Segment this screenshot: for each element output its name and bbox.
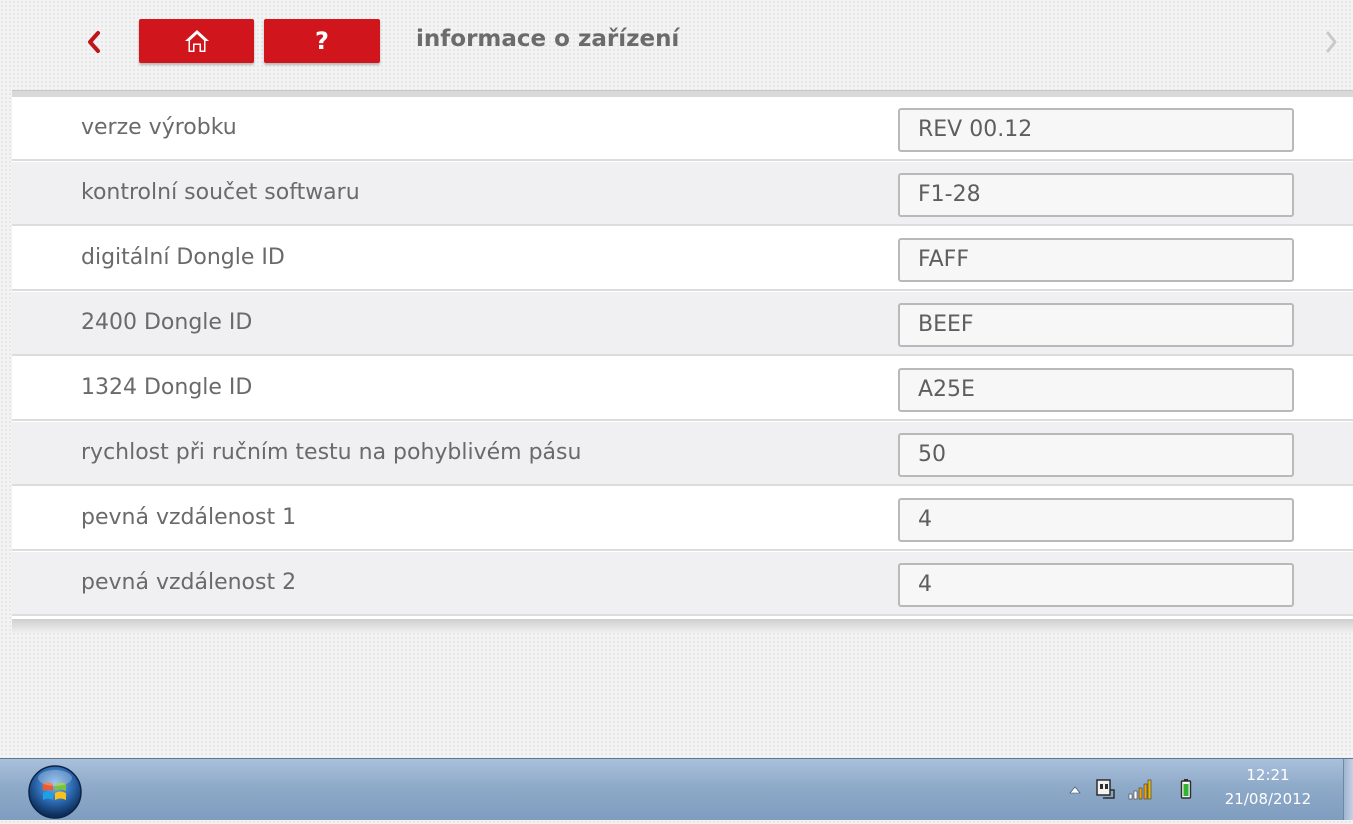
system-clock[interactable]: 12:21 21/08/2012 bbox=[1218, 763, 1318, 811]
battery-tray-button[interactable] bbox=[1176, 775, 1196, 803]
show-hidden-icons-button[interactable] bbox=[1066, 781, 1084, 799]
home-icon bbox=[184, 30, 209, 52]
help-label: ? bbox=[315, 27, 329, 55]
row-label: 1324 Dongle ID bbox=[81, 375, 253, 400]
signal-tray-button[interactable] bbox=[1126, 776, 1154, 802]
row-label: pevná vzdálenost 2 bbox=[81, 570, 297, 595]
taskbar: 12:21 21/08/2012 bbox=[0, 758, 1353, 820]
value-field[interactable]: REV 00.12 bbox=[898, 108, 1294, 152]
show-desktop-button[interactable] bbox=[1343, 759, 1353, 820]
value-field[interactable]: 4 bbox=[898, 498, 1294, 542]
back-button[interactable] bbox=[80, 22, 108, 62]
device-info-list: verze výrobku REV 00.12 kontrolní součet… bbox=[12, 97, 1353, 621]
value-field[interactable]: 4 bbox=[898, 563, 1294, 607]
value-field[interactable]: FAFF bbox=[898, 238, 1294, 282]
list-item: verze výrobku REV 00.12 bbox=[12, 97, 1353, 161]
list-item: kontrolní součet softwaru F1-28 bbox=[12, 162, 1353, 226]
row-label: 2400 Dongle ID bbox=[81, 310, 253, 335]
row-label: kontrolní součet softwaru bbox=[81, 180, 360, 205]
clock-date: 21/08/2012 bbox=[1224, 790, 1312, 808]
signal-bars-icon bbox=[1128, 779, 1152, 800]
home-button[interactable] bbox=[139, 19, 254, 63]
row-label: digitální Dongle ID bbox=[81, 245, 285, 270]
help-button[interactable]: ? bbox=[264, 19, 380, 63]
battery-icon bbox=[1180, 779, 1192, 799]
start-button[interactable] bbox=[22, 764, 88, 820]
network-plug-icon bbox=[1096, 779, 1115, 799]
list-bottom-edge bbox=[12, 619, 1353, 633]
chevron-left-icon bbox=[88, 31, 100, 53]
network-tray-button[interactable] bbox=[1092, 776, 1118, 802]
clock-time: 12:21 bbox=[1246, 766, 1290, 784]
list-item: rychlost při ručním testu na pohyblivém … bbox=[12, 422, 1353, 486]
list-item: 2400 Dongle ID BEEF bbox=[12, 292, 1353, 356]
header-divider bbox=[12, 90, 1353, 97]
value-field[interactable]: BEEF bbox=[898, 303, 1294, 347]
chevron-up-icon bbox=[1069, 786, 1081, 794]
page-title: informace o zařízení bbox=[416, 26, 680, 52]
header-bar: ? informace o zařízení bbox=[0, 0, 1353, 82]
list-item: pevná vzdálenost 2 4 bbox=[12, 552, 1353, 616]
value-field[interactable]: 50 bbox=[898, 433, 1294, 477]
row-label: rychlost při ručním testu na pohyblivém … bbox=[81, 440, 582, 465]
chevron-right-icon bbox=[1326, 31, 1337, 53]
list-item: pevná vzdálenost 1 4 bbox=[12, 487, 1353, 551]
list-item: digitální Dongle ID FAFF bbox=[12, 227, 1353, 291]
value-field[interactable]: F1-28 bbox=[898, 173, 1294, 217]
row-label: verze výrobku bbox=[81, 115, 237, 140]
list-item: 1324 Dongle ID A25E bbox=[12, 357, 1353, 421]
value-field[interactable]: A25E bbox=[898, 368, 1294, 412]
row-label: pevná vzdálenost 1 bbox=[81, 505, 297, 530]
windows-start-icon bbox=[28, 765, 82, 819]
forward-button[interactable] bbox=[1316, 22, 1346, 62]
